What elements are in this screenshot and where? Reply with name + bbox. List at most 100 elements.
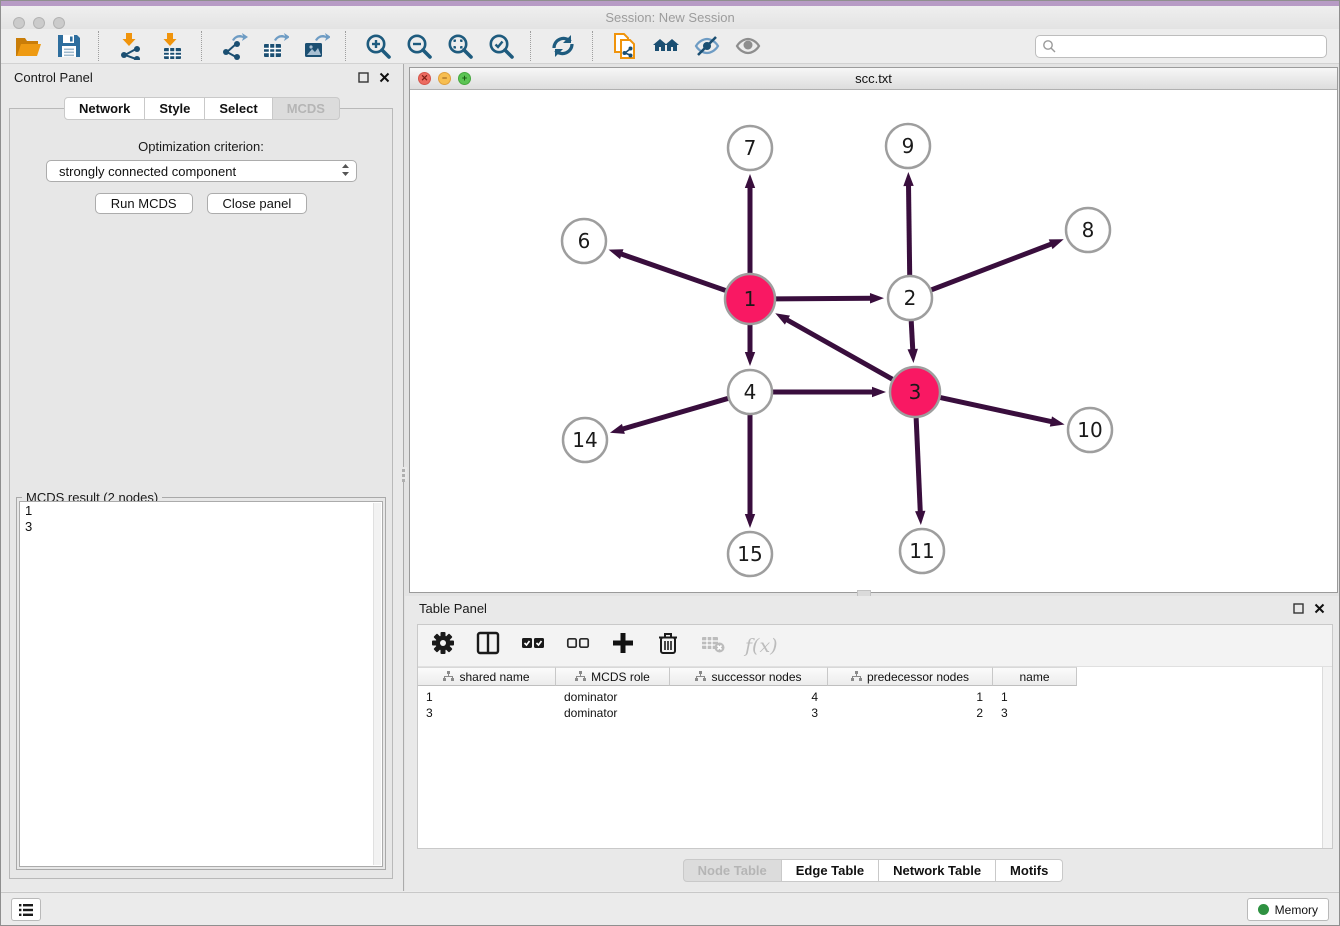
minimize-window-button[interactable] bbox=[33, 17, 45, 29]
graph-edge-2-8[interactable] bbox=[931, 244, 1052, 290]
graph-edge-2-9[interactable] bbox=[909, 184, 910, 275]
add-row-icon[interactable] bbox=[610, 630, 636, 661]
graph-edge-arrowhead bbox=[610, 424, 625, 434]
column-selector-icon[interactable] bbox=[475, 630, 501, 661]
column-type-icon bbox=[575, 671, 586, 682]
column-header-successor-nodes[interactable]: successor nodes bbox=[670, 667, 828, 686]
import-network-icon[interactable] bbox=[116, 31, 146, 61]
table-cell[interactable]: 4 bbox=[670, 689, 828, 705]
apply-layout-icon[interactable] bbox=[548, 31, 578, 61]
table-cell[interactable]: 3 bbox=[670, 705, 828, 721]
tab-style[interactable]: Style bbox=[145, 97, 205, 120]
first-neighbors-icon[interactable] bbox=[651, 31, 681, 61]
settings-gear-icon[interactable] bbox=[430, 630, 456, 661]
graph-node-label-8: 8 bbox=[1082, 218, 1095, 242]
float-table-panel-icon[interactable] bbox=[1293, 603, 1304, 614]
graph-edge-1-2[interactable] bbox=[776, 298, 872, 299]
table-cell[interactable]: 3 bbox=[418, 705, 556, 721]
run-mcds-button[interactable]: Run MCDS bbox=[95, 193, 193, 214]
graph-edge-3-11[interactable] bbox=[916, 418, 920, 513]
memory-button[interactable]: Memory bbox=[1247, 898, 1329, 921]
close-table-panel-icon[interactable] bbox=[1314, 603, 1325, 614]
zoom-out-icon[interactable] bbox=[404, 31, 434, 61]
export-table-icon[interactable] bbox=[260, 31, 290, 61]
optimization-criterion-select[interactable]: strongly connected component bbox=[46, 160, 357, 182]
column-header-shared-name[interactable]: shared name bbox=[418, 667, 556, 686]
column-header-MCDS-role[interactable]: MCDS role bbox=[556, 667, 670, 686]
zoom-selected-icon[interactable] bbox=[486, 31, 516, 61]
network-canvas[interactable]: 1234678910111415 bbox=[410, 90, 1337, 592]
graph-edge-4-14[interactable] bbox=[621, 398, 727, 429]
maximize-window-button[interactable] bbox=[53, 17, 65, 29]
graph-node-label-14: 14 bbox=[572, 428, 597, 452]
import-table-icon[interactable] bbox=[157, 31, 187, 61]
result-scrollbar[interactable] bbox=[373, 503, 381, 865]
table-cell[interactable]: 1 bbox=[418, 689, 556, 705]
save-session-icon[interactable] bbox=[54, 31, 84, 61]
select-spinner-icon bbox=[341, 163, 350, 180]
tab-node-table[interactable]: Node Table bbox=[683, 859, 782, 882]
export-network-icon[interactable] bbox=[219, 31, 249, 61]
delete-row-icon[interactable] bbox=[655, 630, 681, 661]
vertical-splitter-handle[interactable] bbox=[400, 467, 407, 481]
graph-edge-2-3[interactable] bbox=[911, 321, 913, 351]
graph-edge-3-10[interactable] bbox=[940, 398, 1052, 422]
delete-table-icon bbox=[700, 630, 726, 661]
column-header-name[interactable]: name bbox=[993, 667, 1077, 686]
application-window: Session: New Session bbox=[0, 0, 1340, 926]
close-panel-button[interactable]: Close panel bbox=[207, 193, 308, 214]
table-row[interactable]: 1dominator411 bbox=[418, 689, 1077, 705]
table-cell[interactable]: 1 bbox=[993, 689, 1077, 705]
result-line: 3 bbox=[25, 519, 377, 535]
close-network-button[interactable]: ✕ bbox=[418, 72, 431, 85]
graph-node-label-2: 2 bbox=[904, 286, 917, 310]
graph-node-label-7: 7 bbox=[744, 136, 757, 160]
open-file-icon[interactable] bbox=[13, 31, 43, 61]
unselect-all-rows-icon[interactable] bbox=[565, 630, 591, 661]
hide-selected-eye-icon[interactable] bbox=[692, 31, 722, 61]
tab-network[interactable]: Network bbox=[64, 97, 145, 120]
table-cell[interactable]: 2 bbox=[828, 705, 993, 721]
table-cell[interactable]: dominator bbox=[556, 705, 670, 721]
graph-node-label-11: 11 bbox=[909, 539, 934, 563]
toolbar-separator bbox=[530, 31, 534, 61]
mcds-result-list[interactable]: 1 3 bbox=[19, 501, 383, 867]
float-panel-icon[interactable] bbox=[358, 72, 369, 83]
search-input[interactable] bbox=[1056, 36, 1326, 56]
graph-edge-1-6[interactable] bbox=[620, 254, 726, 291]
minimize-network-button[interactable]: − bbox=[438, 72, 451, 85]
selected-option: strongly connected component bbox=[59, 164, 236, 179]
tab-network-table[interactable]: Network Table bbox=[879, 859, 996, 882]
table-cell[interactable]: dominator bbox=[556, 689, 670, 705]
zoom-fit-icon[interactable] bbox=[445, 31, 475, 61]
task-history-button[interactable] bbox=[11, 898, 41, 921]
maximize-network-button[interactable]: + bbox=[458, 72, 471, 85]
tab-motifs[interactable]: Motifs bbox=[996, 859, 1063, 882]
table-cell[interactable]: 1 bbox=[828, 689, 993, 705]
close-window-button[interactable] bbox=[13, 17, 25, 29]
tab-edge-table[interactable]: Edge Table bbox=[782, 859, 879, 882]
zoom-in-icon[interactable] bbox=[363, 31, 393, 61]
table-panel-header: Table Panel bbox=[405, 596, 1340, 621]
table-row[interactable]: 3dominator323 bbox=[418, 705, 1077, 721]
graph-node-label-15: 15 bbox=[737, 542, 762, 566]
graph-edge-3-1[interactable] bbox=[786, 319, 893, 379]
table-cell[interactable]: 3 bbox=[993, 705, 1077, 721]
graph-edge-arrowhead bbox=[609, 249, 624, 259]
export-image-icon[interactable] bbox=[301, 31, 331, 61]
select-all-rows-icon[interactable] bbox=[520, 630, 546, 661]
clone-network-icon[interactable] bbox=[610, 31, 640, 61]
network-graph[interactable]: 1234678910111415 bbox=[410, 90, 1337, 593]
toolbar-separator bbox=[592, 31, 596, 61]
column-header-predecessor-nodes[interactable]: predecessor nodes bbox=[828, 667, 993, 686]
network-window-titlebar[interactable]: ✕ − + scc.txt bbox=[410, 68, 1337, 90]
show-all-eye-icon[interactable] bbox=[733, 31, 763, 61]
network-view-window: ✕ − + scc.txt 1234678910111415 bbox=[409, 67, 1338, 593]
search-field[interactable] bbox=[1035, 35, 1327, 58]
table-toolbar: f(x) bbox=[418, 625, 1332, 667]
tab-mcds[interactable]: MCDS bbox=[273, 97, 340, 120]
toolbar-separator bbox=[98, 31, 102, 61]
tab-select[interactable]: Select bbox=[205, 97, 272, 120]
close-panel-icon[interactable] bbox=[379, 72, 390, 83]
table-scrollbar[interactable] bbox=[1322, 667, 1332, 848]
